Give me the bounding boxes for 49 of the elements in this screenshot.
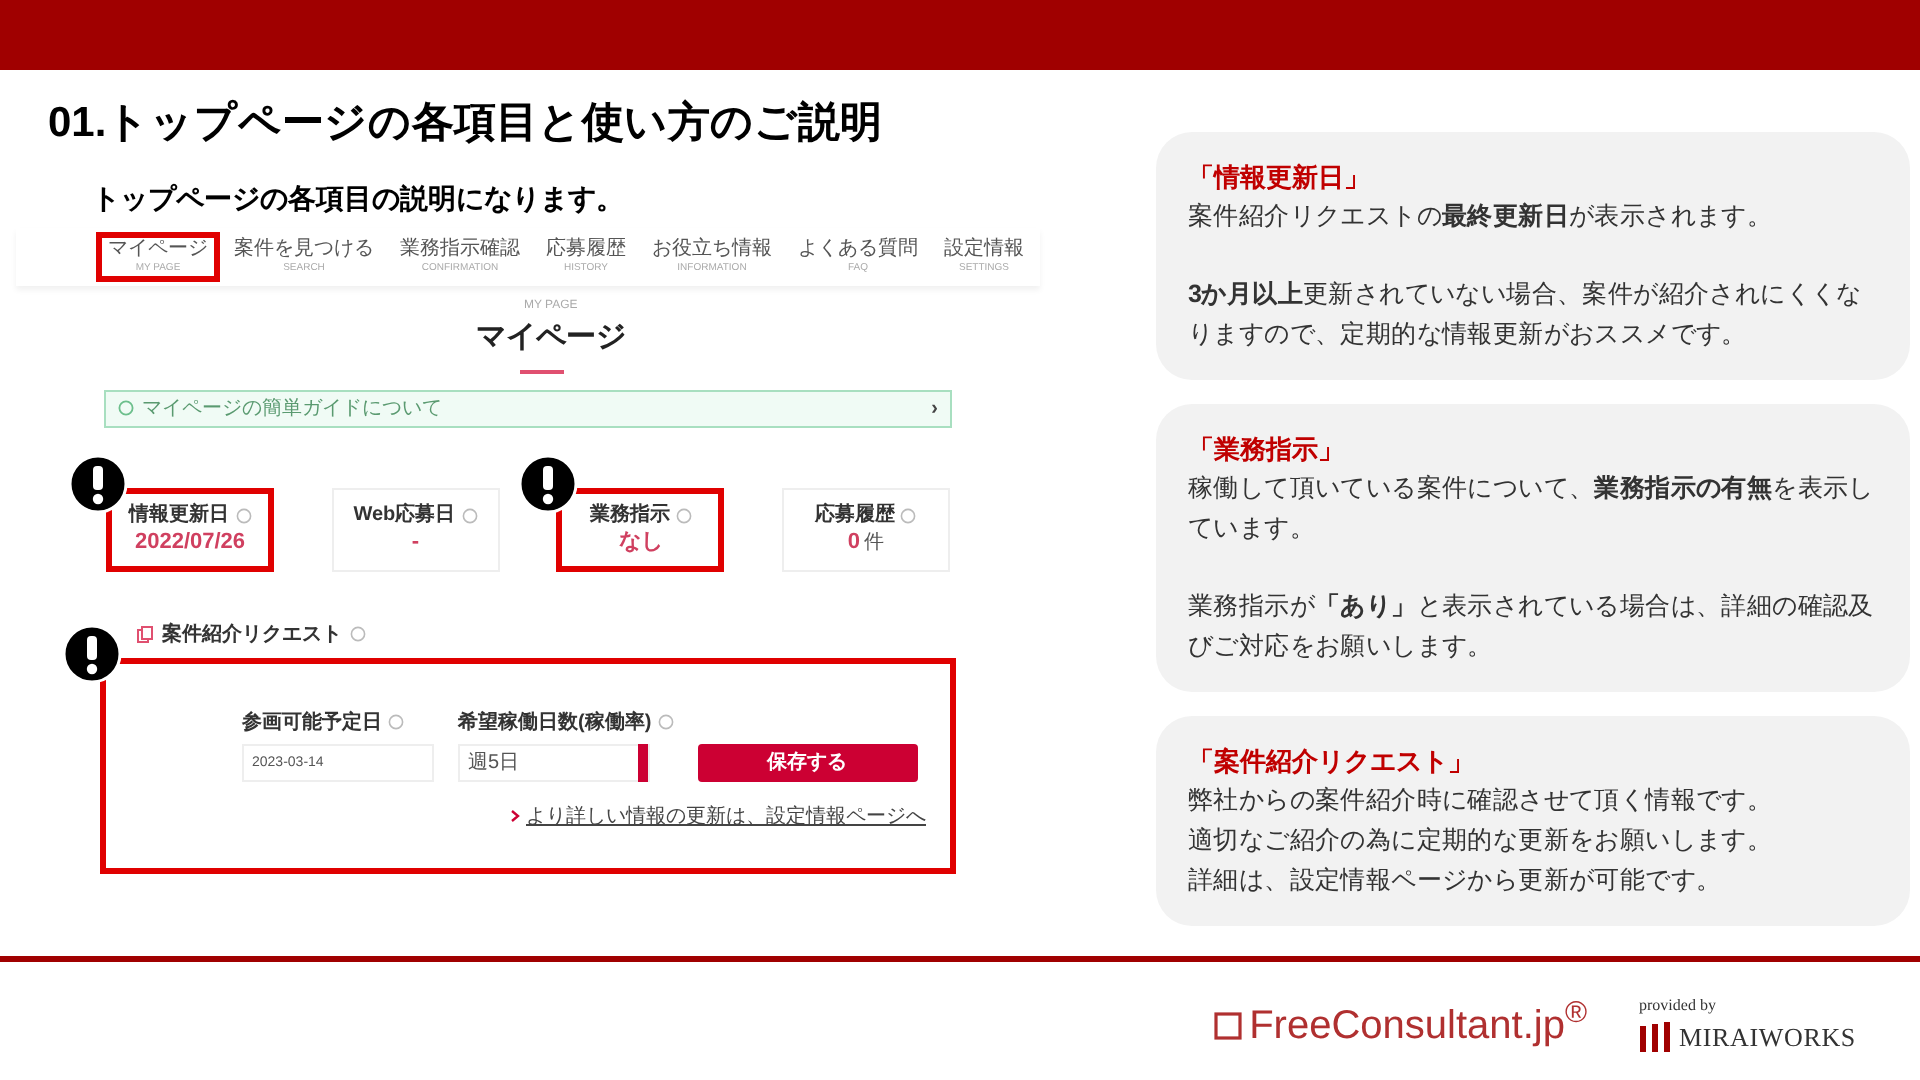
note-heading: 「業務指示」 bbox=[1188, 432, 1346, 468]
section-title: 案件紹介リクエスト bbox=[162, 620, 342, 650]
brand-logo: FreeConsultant.jp$^{®}$ bbox=[1249, 995, 1588, 1051]
info-icon bbox=[118, 400, 134, 417]
select-field[interactable]: 週5日 bbox=[458, 743, 650, 782]
help-icon bbox=[350, 626, 366, 643]
stat-value: 0 bbox=[847, 531, 861, 554]
exclamation-icon bbox=[62, 623, 122, 684]
stat-value: なし bbox=[618, 531, 663, 554]
help-icon bbox=[657, 714, 674, 731]
document-icon bbox=[136, 625, 154, 644]
company-name: MIRAIWORKS bbox=[1679, 1019, 1856, 1056]
title-underline bbox=[520, 369, 564, 374]
square-icon bbox=[1213, 1011, 1242, 1039]
stat-unit: 件 bbox=[864, 533, 885, 554]
note-text: 3か月以上更新されていない場合、案件が紹介されにくくなりますので、定期的な情報更新がおススメです。 bbox=[1188, 278, 1864, 352]
exclamation-icon bbox=[68, 453, 128, 514]
page-title: マイページ bbox=[476, 318, 626, 359]
help-icon bbox=[235, 507, 251, 524]
stat-label: Web応募日 bbox=[353, 505, 456, 526]
stat-label: 業務指示 bbox=[589, 505, 670, 526]
note-heading: 「案件紹介リクエスト」 bbox=[1188, 744, 1476, 780]
save-button[interactable]: 保存する bbox=[697, 743, 918, 782]
exclamation-icon bbox=[518, 453, 579, 514]
help-icon bbox=[388, 714, 404, 731]
note-text: 適切なご紹介の為に定期的な更新をお願いします。 bbox=[1188, 824, 1775, 858]
note-text: 稼働して頂いている案件について、業務指示の有無を表示しています。 bbox=[1188, 472, 1876, 546]
note-text: 弊社からの案件紹介時に確認させて頂く情報です。 bbox=[1188, 784, 1775, 818]
stat-label: 応募履歴 bbox=[814, 505, 895, 526]
note-text: 案件紹介リクエストの最終更新日が表示されます。 bbox=[1188, 200, 1775, 234]
stat-label: 情報更新日 bbox=[129, 505, 229, 526]
help-icon bbox=[900, 507, 917, 524]
dropdown-icon bbox=[638, 743, 648, 782]
settings-link[interactable]: より詳しい情報の更新は、設定情報ページへ bbox=[526, 801, 926, 832]
company-logo-icon bbox=[1639, 1021, 1672, 1053]
guide-bar[interactable]: マイページの簡単ガイドについて › bbox=[104, 389, 952, 428]
stat-value: 2022/07/26 bbox=[134, 531, 246, 554]
provided-by: provided by bbox=[1639, 993, 1716, 1018]
note-text: 業務指示が「あり」と表示されている場合は、詳細の確認及びご対応をお願いします。 bbox=[1188, 590, 1876, 664]
help-icon bbox=[461, 507, 478, 524]
stat-value: - bbox=[411, 531, 419, 554]
help-icon bbox=[675, 507, 692, 524]
note-text: 詳細は、設定情報ページから更新が可能です。 bbox=[1188, 864, 1724, 898]
field-label: 参画可能予定日 bbox=[242, 708, 382, 738]
note-heading: 「情報更新日」 bbox=[1188, 160, 1372, 196]
field-label: 希望稼働日数(稼働率) bbox=[458, 708, 652, 738]
chevron-icon bbox=[510, 810, 520, 823]
slide-subtitle: トップページの各項目の説明になります。 bbox=[92, 180, 626, 219]
slide-title: 01.トップページの各項目と使い方のご説明 bbox=[48, 98, 885, 150]
